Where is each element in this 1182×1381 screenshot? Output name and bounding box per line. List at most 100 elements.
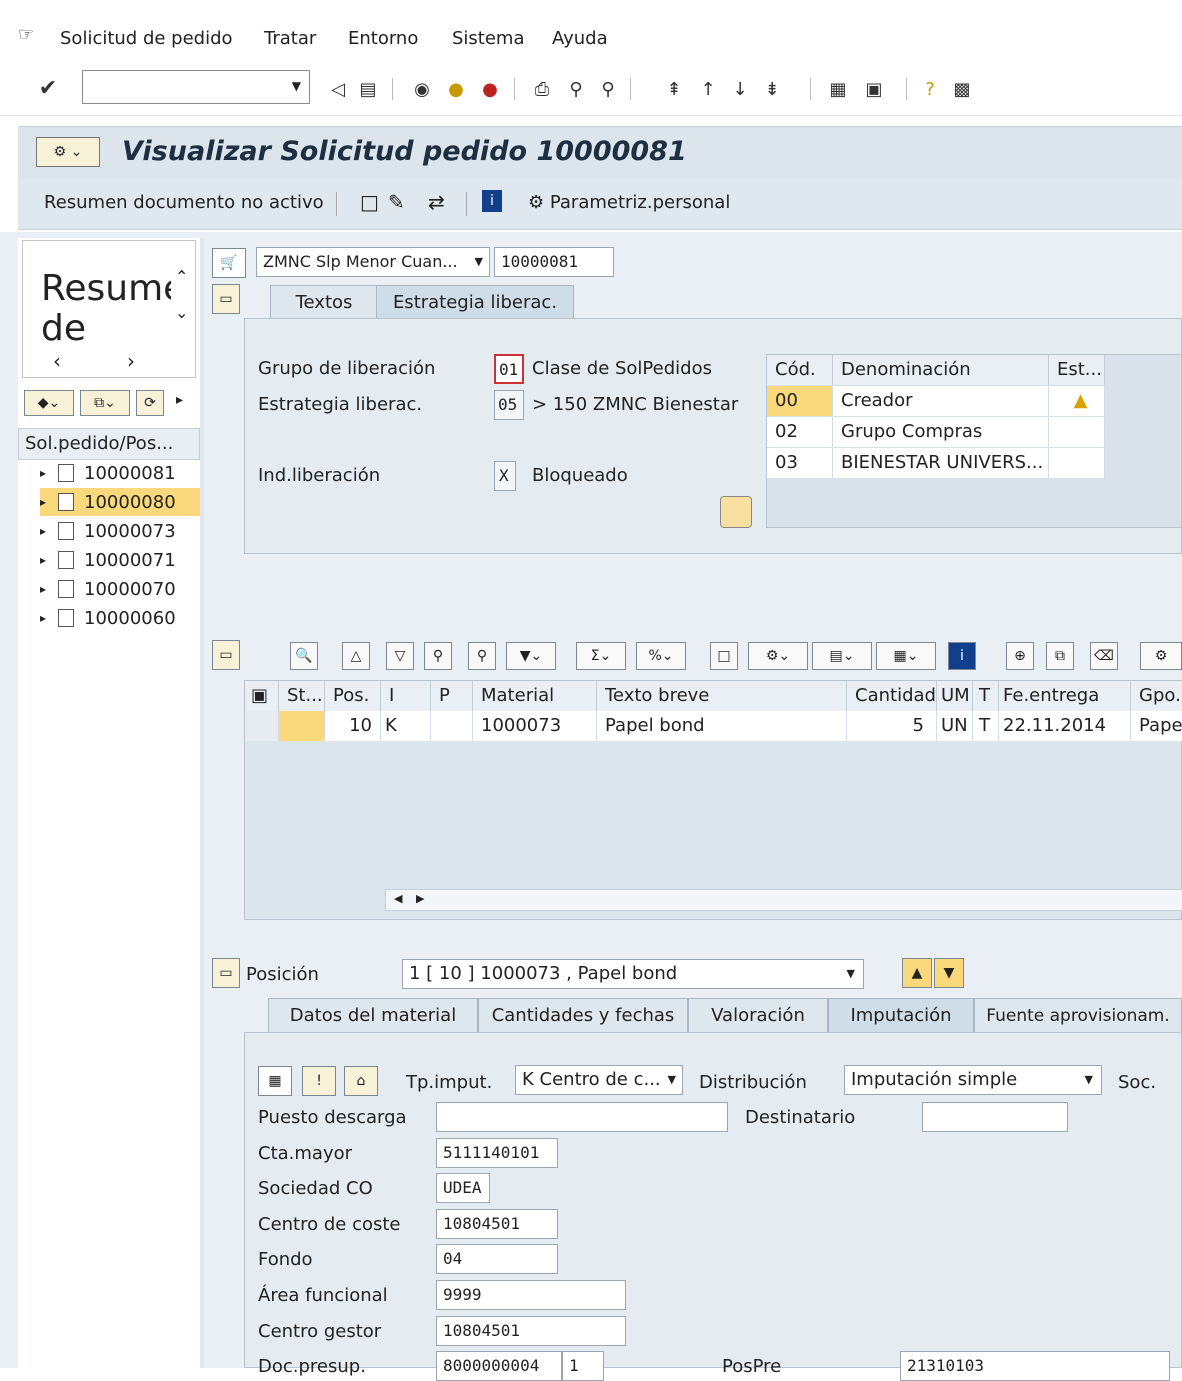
prev-page-icon[interactable]: ↑ bbox=[696, 76, 720, 102]
export-icon[interactable]: ⚙⌄ bbox=[748, 642, 808, 670]
prev-item-icon[interactable]: ▲ bbox=[902, 958, 932, 988]
sociedad-field[interactable]: UDEA bbox=[436, 1173, 490, 1203]
sum-icon[interactable]: Σ⌄ bbox=[576, 642, 626, 670]
new-doc-icon[interactable]: □ bbox=[360, 190, 379, 214]
layout-icon[interactable]: ▤⌄ bbox=[812, 642, 872, 670]
cta-field[interactable]: 5111140101 bbox=[436, 1138, 558, 1168]
col-cantidad[interactable]: Cantidad bbox=[847, 681, 937, 711]
find-next-icon[interactable]: ⚲ bbox=[468, 642, 496, 670]
tree-item[interactable]: ▸ 10000073 bbox=[40, 517, 176, 545]
select-all-icon[interactable]: ▣ bbox=[245, 681, 279, 711]
col-fe-entrega[interactable]: Fe.entrega bbox=[999, 681, 1131, 711]
col-t[interactable]: T bbox=[973, 681, 999, 711]
docpresup-pos-field[interactable]: 1 bbox=[562, 1351, 604, 1381]
cancel-icon[interactable]: ● bbox=[478, 76, 502, 102]
indicator-field[interactable]: X bbox=[494, 461, 516, 491]
cell-material[interactable]: 1000073 bbox=[473, 711, 597, 741]
col-gpo[interactable]: Gpo. bbox=[1131, 681, 1182, 711]
personal-settings-button[interactable]: ⚙ Parametriz.personal bbox=[528, 192, 730, 213]
cell-fe-entrega[interactable]: 22.11.2014 bbox=[999, 711, 1131, 741]
tree-item[interactable]: ▸ 10000060 bbox=[40, 604, 176, 632]
filter-icon[interactable]: ▼⌄ bbox=[506, 642, 556, 670]
exit-icon[interactable]: ● bbox=[444, 76, 468, 102]
tab-estrategia[interactable]: Estrategia liberac. bbox=[376, 285, 574, 319]
menu-entorno[interactable]: Entorno bbox=[348, 28, 418, 49]
pospre-field[interactable]: 21310103 bbox=[900, 1351, 1170, 1381]
last-page-icon[interactable]: ⇟ bbox=[760, 76, 784, 102]
info-icon[interactable]: i bbox=[948, 642, 976, 670]
scroll-left-icon[interactable]: ‹ bbox=[53, 349, 61, 373]
items-collapse-icon[interactable]: ▭ bbox=[212, 640, 240, 670]
centro-gestor-field[interactable]: 10804501 bbox=[436, 1316, 626, 1346]
find-next-icon[interactable]: ⚲ bbox=[596, 76, 620, 102]
cell-cod[interactable]: 00 bbox=[767, 386, 833, 416]
tree-item[interactable]: ▸ 10000081 bbox=[40, 459, 176, 487]
group-field[interactable]: 01 bbox=[494, 354, 524, 384]
cell-um[interactable]: UN bbox=[937, 711, 973, 741]
release-button[interactable] bbox=[720, 496, 752, 528]
first-page-icon[interactable]: ⇞ bbox=[662, 76, 686, 102]
table-icon[interactable]: ⌂ bbox=[344, 1066, 378, 1096]
tree-header[interactable]: Sol.pedido/Pos... bbox=[18, 428, 200, 460]
find-icon[interactable]: ⚲ bbox=[424, 642, 452, 670]
scroll-right-icon[interactable]: ▶ bbox=[416, 892, 424, 905]
cell-cod[interactable]: 02 bbox=[767, 417, 833, 447]
menu-ayuda[interactable]: Ayuda bbox=[552, 28, 608, 49]
info-icon[interactable]: i bbox=[482, 190, 502, 212]
col-i[interactable]: I bbox=[381, 681, 431, 711]
tab-textos[interactable]: Textos bbox=[270, 285, 378, 319]
command-field[interactable]: ▼ bbox=[82, 70, 310, 104]
sort-desc-icon[interactable]: ▽ bbox=[386, 642, 414, 670]
columns-icon[interactable]: ▦⌄ bbox=[876, 642, 936, 670]
tab-imputacion[interactable]: Imputación bbox=[828, 998, 974, 1032]
single-icon[interactable]: ! bbox=[302, 1066, 336, 1096]
more-icon[interactable]: ▸ bbox=[176, 392, 183, 408]
doc-number-field[interactable]: 10000081 bbox=[494, 247, 614, 277]
copy-icon[interactable]: ⧉⌄ bbox=[80, 390, 130, 416]
docpresup-field[interactable]: 8000000004 bbox=[436, 1351, 562, 1381]
strategy-field[interactable]: 05 bbox=[494, 390, 524, 420]
tree-item[interactable]: ▸ 10000071 bbox=[40, 546, 176, 574]
row-selector[interactable] bbox=[245, 711, 279, 741]
cell-texto[interactable]: Papel bond bbox=[597, 711, 847, 741]
dist-select[interactable]: Imputación simple ▼ bbox=[844, 1065, 1102, 1095]
detail-collapse-icon[interactable]: ▭ bbox=[212, 958, 240, 988]
col-um[interactable]: UM bbox=[937, 681, 973, 711]
dest-field[interactable] bbox=[922, 1102, 1068, 1132]
fondo-field[interactable]: 04 bbox=[436, 1244, 558, 1274]
help-icon[interactable]: ? bbox=[918, 76, 942, 102]
detail-icon[interactable]: 🔍 bbox=[290, 642, 318, 670]
save-icon[interactable]: ▤ bbox=[356, 76, 380, 102]
tree-item[interactable]: ▸ 10000070 bbox=[40, 575, 176, 603]
cell-cantidad[interactable]: 5 bbox=[847, 711, 937, 741]
cell-gpo[interactable]: Pape bbox=[1131, 711, 1182, 741]
chevron-down-icon[interactable]: ▼ bbox=[292, 79, 301, 93]
tab-datos-material[interactable]: Datos del material bbox=[268, 998, 478, 1032]
col-texto[interactable]: Texto breve bbox=[597, 681, 847, 711]
back-icon[interactable]: ◉ bbox=[410, 76, 434, 102]
find-icon[interactable]: ⚲ bbox=[564, 76, 588, 102]
cell-i[interactable]: K bbox=[381, 711, 431, 741]
menu-dropdown-icon[interactable]: ⚙ ⌄ bbox=[36, 137, 100, 167]
col-pos[interactable]: Pos. bbox=[325, 681, 381, 711]
delete-item-icon[interactable]: ⌫ bbox=[1090, 642, 1118, 670]
centro-coste-field[interactable]: 10804501 bbox=[436, 1209, 558, 1239]
cell-pos[interactable]: 10 bbox=[325, 711, 381, 741]
cell-p[interactable] bbox=[431, 711, 473, 741]
col-status[interactable]: St... bbox=[279, 681, 325, 711]
other-doc-icon[interactable]: ⇄ bbox=[428, 190, 445, 214]
tree-item-selected[interactable]: ▸ 10000080 bbox=[40, 488, 200, 516]
cell-denom[interactable]: Grupo Compras Centra bbox=[833, 417, 1049, 472]
tab-fuente[interactable]: Fuente aprovisionam. bbox=[974, 998, 1182, 1032]
chevron-down-icon[interactable]: ⌄ bbox=[175, 303, 188, 322]
print-icon[interactable]: ⎙ bbox=[530, 76, 554, 102]
tab-valoracion[interactable]: Valoración bbox=[688, 998, 828, 1032]
sort-asc-icon[interactable]: △ bbox=[342, 642, 370, 670]
expand-icon[interactable]: ◆⌄ bbox=[24, 390, 74, 416]
grid-hscrollbar[interactable]: ◀ ▶ bbox=[385, 889, 1182, 911]
menu-icon[interactable]: ☞ bbox=[18, 24, 34, 45]
edit-icon[interactable]: ✎ bbox=[388, 190, 405, 214]
col-material[interactable]: Material bbox=[473, 681, 597, 711]
refresh-icon[interactable]: ⟳ bbox=[136, 390, 164, 416]
splitter[interactable] bbox=[200, 238, 204, 1368]
